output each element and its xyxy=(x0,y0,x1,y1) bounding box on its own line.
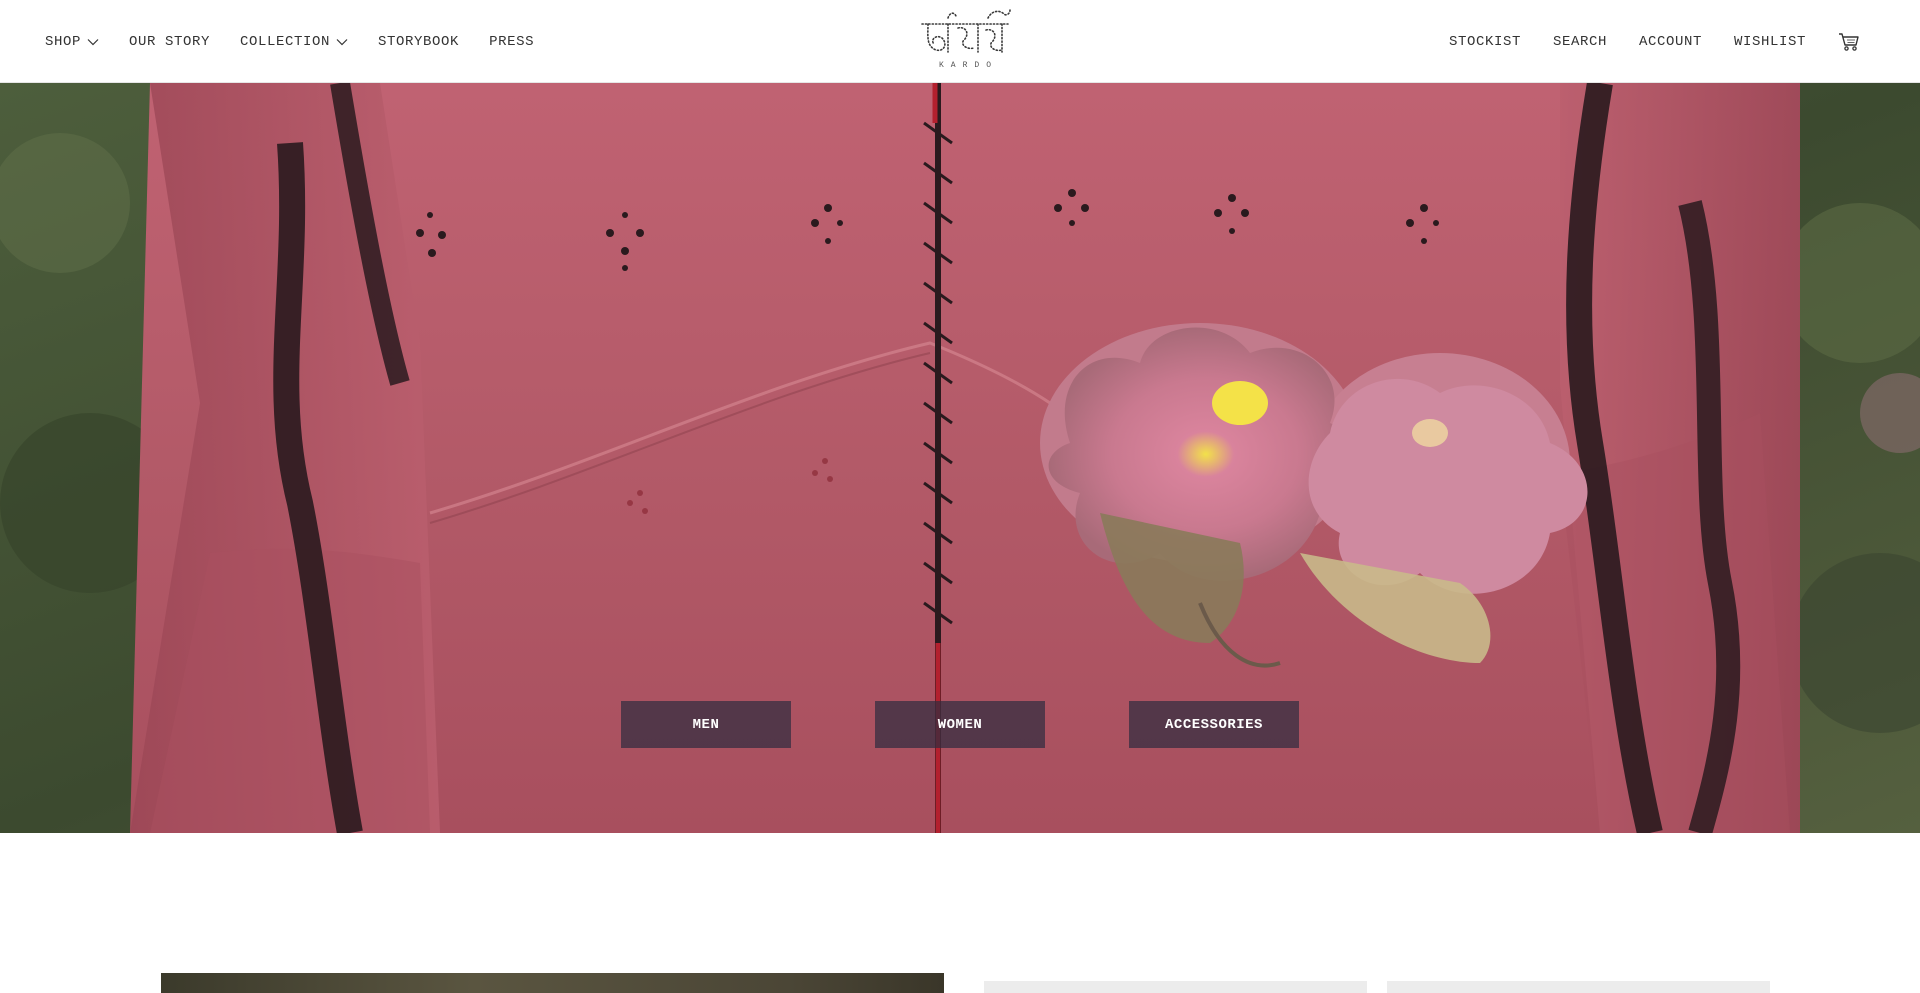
featured-image-small-2[interactable] xyxy=(1387,981,1770,993)
nav-press-label: PRESS xyxy=(489,33,535,50)
men-button[interactable]: MEN xyxy=(621,701,791,748)
logo-script-mark xyxy=(921,9,1011,53)
nav-storybook-label: STORYBOOK xyxy=(378,33,460,50)
nav-account-label: ACCOUNT xyxy=(1638,33,1702,50)
accessories-button[interactable]: ACCESSORIES xyxy=(1129,701,1299,748)
nav-search[interactable]: SEARCH xyxy=(1553,34,1607,50)
logo-wordmark: KARDO xyxy=(938,61,998,70)
nav-stockist-label: STOCKIST xyxy=(1448,33,1521,50)
nav-wishlist-label: WISHLIST xyxy=(1733,33,1806,50)
nav-our-story[interactable]: OUR STORY xyxy=(129,34,210,50)
chevron-down-icon xyxy=(87,38,99,45)
nav-search-label: SEARCH xyxy=(1552,33,1607,50)
featured-section xyxy=(0,833,1920,993)
chevron-down-icon xyxy=(336,38,348,45)
nav-account[interactable]: ACCOUNT xyxy=(1639,34,1702,50)
nav-collection[interactable]: COLLECTION xyxy=(240,34,348,50)
nav-shop-label: SHOP xyxy=(45,33,82,50)
nav-storybook[interactable]: STORYBOOK xyxy=(378,34,459,50)
nav-wishlist[interactable]: WISHLIST xyxy=(1734,34,1806,50)
cart-icon[interactable] xyxy=(1838,32,1860,52)
nav-collection-label: COLLECTION xyxy=(240,33,331,50)
nav-press[interactable]: PRESS xyxy=(489,34,534,50)
hero-category-buttons: MEN WOMEN ACCESSORIES xyxy=(0,701,1920,749)
nav-stockist[interactable]: STOCKIST xyxy=(1449,34,1521,50)
primary-nav: SHOP OUR STORY COLLECTION STORYBOOK PRES… xyxy=(45,0,534,83)
featured-image-small-1[interactable] xyxy=(984,981,1367,993)
nav-our-story-label: OUR STORY xyxy=(129,33,211,50)
hero-banner: MEN WOMEN ACCESSORIES xyxy=(0,83,1920,833)
utility-nav: STOCKIST SEARCH ACCOUNT WISHLIST xyxy=(1449,0,1860,83)
brand-logo[interactable]: KARDO xyxy=(918,8,1012,76)
featured-image-large[interactable] xyxy=(161,973,944,993)
nav-shop[interactable]: SHOP xyxy=(45,34,99,50)
women-button[interactable]: WOMEN xyxy=(875,701,1045,748)
site-header: SHOP OUR STORY COLLECTION STORYBOOK PRES… xyxy=(0,0,1920,83)
